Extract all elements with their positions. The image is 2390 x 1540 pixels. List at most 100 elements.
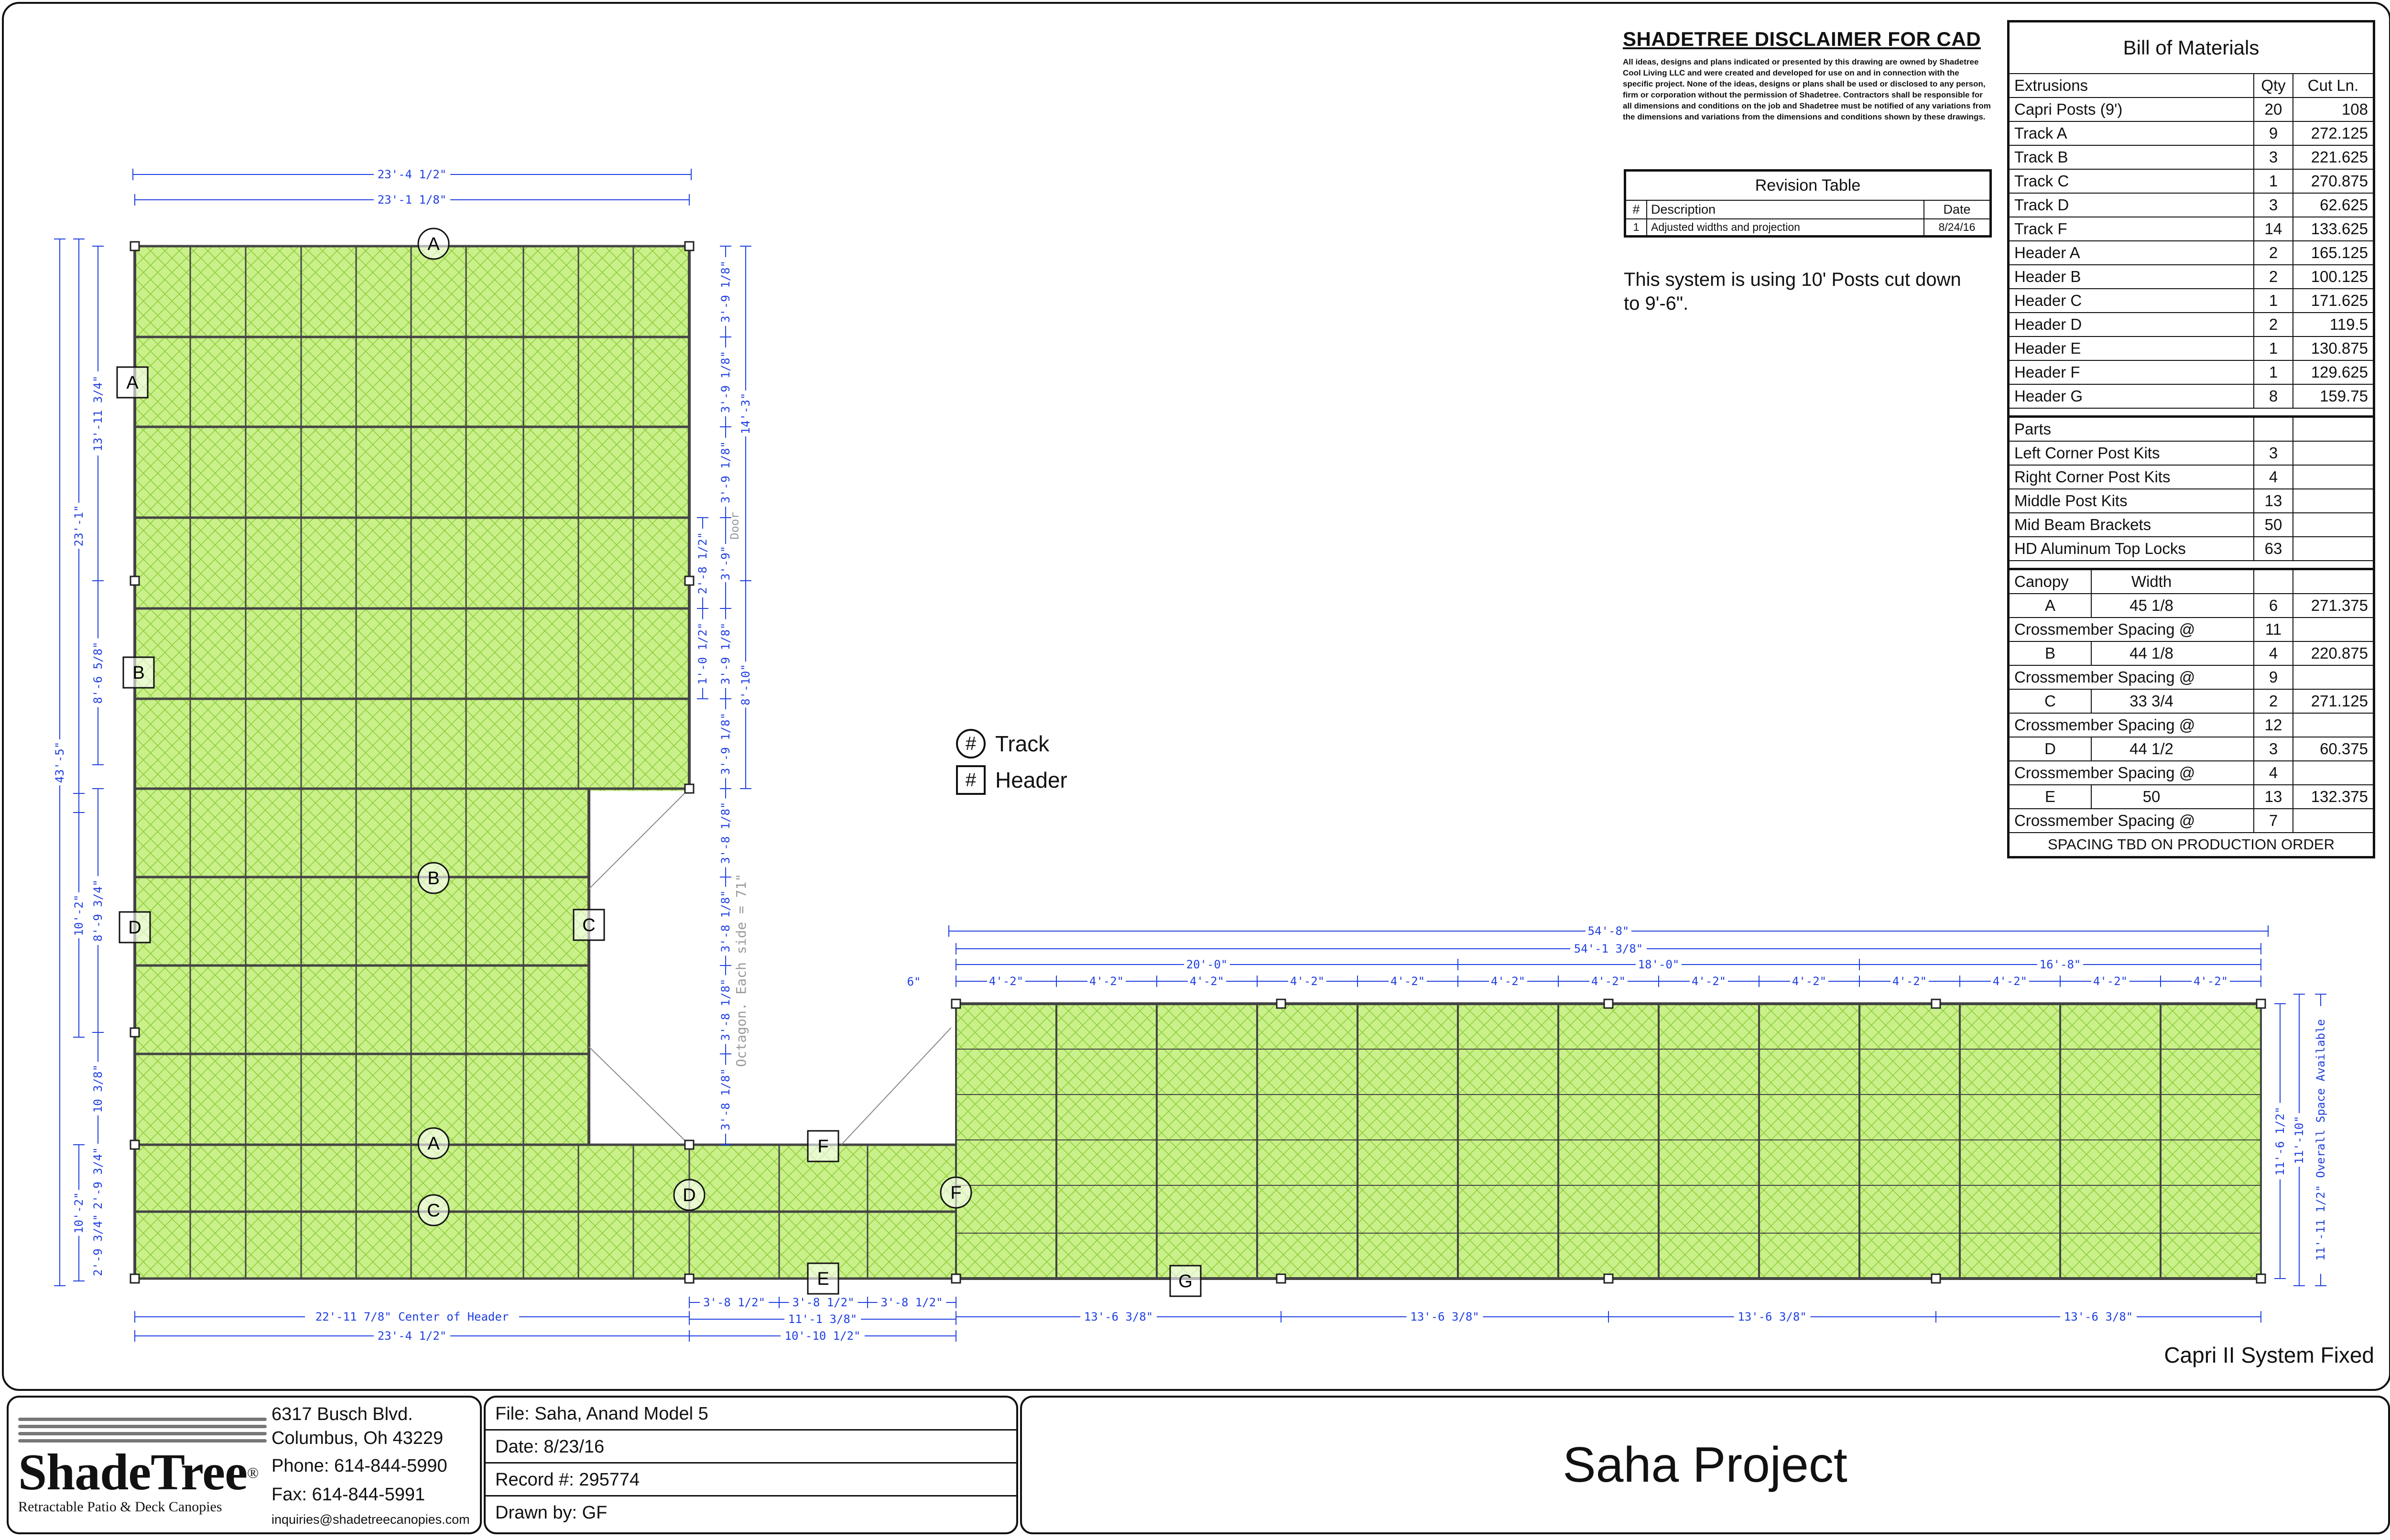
post-marker (2256, 1273, 2266, 1284)
disclaimer: SHADETREE DISCLAIMER FOR CAD All ideas, … (1623, 28, 1991, 122)
canopy-areas (135, 246, 2261, 1279)
bom-item-cut: 133.625 (2292, 217, 2375, 241)
bom-item-cut: 272.125 (2292, 121, 2375, 146)
bom-item-qty: 14 (2253, 217, 2293, 241)
canopy-name: E (2010, 785, 2092, 808)
bom-canopy-row: E 50 13 132.375 (2008, 784, 2375, 809)
bom-item-name: Track F (2008, 217, 2254, 241)
bom-item-cut: 129.625 (2292, 360, 2375, 385)
door-note: Door (728, 512, 741, 540)
track-label-a: A (427, 234, 440, 254)
dim-left-v1: 13'-11 3/4" (91, 376, 105, 452)
bom-spacing-row: Crossmember Spacing @9 (2008, 665, 2375, 690)
bom-item-qty: 1 (2253, 360, 2293, 385)
bom-item-cut: 270.875 (2292, 169, 2375, 194)
drawn-by-field: Drawn by: GF (495, 1503, 608, 1523)
dim-right-bay-b: 3'-8 1/8" (719, 978, 732, 1041)
bom-canopy-row: D 44 1/2 3 60.375 (2008, 737, 2375, 761)
post-marker (1276, 998, 1286, 1009)
bom-canopy-cell: E 50 (2008, 784, 2254, 809)
octagon-line (588, 1046, 690, 1145)
bom-extrusion-row: Track B 3 221.625 (2008, 145, 2375, 170)
bom-canopy-blank (2253, 568, 2293, 594)
spacing-blank (2292, 808, 2375, 833)
dim-right-2-8: 2'-8 1/2" (696, 532, 709, 594)
bom-extrusion-row: Capri Posts (9') 20 108 (2008, 97, 2375, 122)
canopy-qty: 3 (2253, 737, 2293, 761)
bom-part-qty: 3 (2253, 441, 2293, 466)
canopy-length: 271.375 (2292, 593, 2375, 618)
canopy-length: 60.375 (2292, 737, 2375, 761)
dim-right-1-0: 1'-0 1/2" (696, 622, 709, 684)
canopy-width: 44 1/2 (2129, 740, 2173, 758)
bom-gap-cell (2009, 408, 2374, 417)
bom-canopy-cell: A 45 1/8 (2008, 593, 2254, 618)
legend-track: # Track (956, 726, 1067, 762)
bom-item-cut: 119.5 (2292, 312, 2375, 337)
post-marker (1276, 1273, 1286, 1284)
spacing-label: Crossmember Spacing @ (2008, 617, 2254, 642)
dim-left-top-inner: 23'-1 1/8" (378, 193, 447, 206)
dim-bottom-left-a: 22'-11 7/8" Center of Header (315, 1310, 509, 1323)
post-marker (1603, 998, 1614, 1009)
legend-header-label: Header (995, 768, 1067, 792)
bom-gap-cell (2009, 561, 2374, 569)
bom-canopy-blank (2292, 568, 2375, 594)
bom-parts-header: Parts (2008, 415, 2254, 442)
bom-canopy-header: Canopy Width (2008, 568, 2254, 594)
post-marker (684, 241, 695, 251)
canopy-name: A (2010, 594, 2092, 617)
spacing-value: 4 (2253, 760, 2293, 785)
canopy-width: 44 1/8 (2129, 644, 2173, 662)
bom-extrusion-row: Header B 2 100.125 (2008, 264, 2375, 289)
dim-bottom-mid-small: 3'-8 1/2" (703, 1296, 765, 1309)
post-marker (130, 1273, 140, 1284)
bom-extrusion-row: Header E 1 130.875 (2008, 336, 2375, 361)
canopy-col-label: Canopy (2010, 570, 2092, 593)
bom-part-qty: 4 (2253, 465, 2293, 489)
bom-part-name: Right Corner Post Kits (2008, 465, 2254, 489)
bom-item-cut: 130.875 (2292, 336, 2375, 361)
dim-right-bay: 3'-9 1/8" (719, 622, 732, 684)
bom-item-qty: 9 (2253, 121, 2293, 146)
bom-item-name: Header E (2008, 336, 2254, 361)
post-marker (684, 1139, 695, 1150)
revision-table: Revision Table # Description Date 1 Adju… (1624, 169, 1992, 238)
dim-top-bay: 4'-2" (1692, 975, 1726, 988)
bom-canopy-cell: C 33 3/4 (2008, 689, 2254, 714)
bom-item-cut: 100.125 (2292, 264, 2375, 289)
dim-bottom-mid-small: 3'-8 1/2" (880, 1296, 943, 1309)
bom-spacing-row: Crossmember Spacing @7 (2008, 808, 2375, 833)
bom-item-name: Track A (2008, 121, 2254, 146)
dim-right-bay-b: 3'-8 1/8" (719, 890, 732, 952)
date-field: Date: 8/23/16 (486, 1431, 1016, 1464)
dim-right-bay: 3'-9 1/8" (719, 351, 732, 413)
dim-right-8: 8'-10" (739, 664, 752, 705)
bom-item-qty: 2 (2253, 264, 2293, 289)
disclaimer-title: SHADETREE DISCLAIMER FOR CAD (1623, 28, 1981, 50)
canopy-qty: 6 (2253, 593, 2293, 618)
shadetree-logo: ShadeTree® Retractable Patio & Deck Cano… (18, 1418, 267, 1515)
header-label-a: A (126, 373, 139, 393)
dim-top-bay: 4'-2" (1391, 975, 1425, 988)
spacing-value: 7 (2253, 808, 2293, 833)
dim-bottom-right: 13'-6 3/8" (1410, 1310, 1479, 1323)
dim-top-group: 16'-8" (2040, 958, 2081, 971)
post-marker (130, 241, 140, 251)
bom-part-blank (2292, 512, 2375, 537)
dim-left-upper: 23'-1" (72, 505, 86, 547)
dim-bottom-right: 13'-6 3/8" (1738, 1310, 1807, 1323)
bom-part-name: Middle Post Kits (2008, 488, 2254, 513)
dim-left-v4: 10 3/8" (91, 1064, 105, 1113)
track-symbol-icon: # (956, 729, 986, 759)
dim-bottom-mid-small: 3'-8 1/2" (792, 1296, 854, 1309)
canopy-width: 50 (2142, 788, 2161, 805)
logo-stripes-icon (18, 1418, 267, 1442)
post-marker (2256, 998, 2266, 1009)
track-label-d: D (683, 1185, 695, 1205)
revision-date: 8/24/16 (1923, 218, 1991, 237)
bom-extrusion-row: Track A 9 272.125 (2008, 121, 2375, 146)
title-block-company: ShadeTree® Retractable Patio & Deck Cano… (7, 1396, 482, 1534)
octagon-line (841, 1027, 952, 1145)
revision-table-title: Revision Table (1624, 170, 1991, 201)
